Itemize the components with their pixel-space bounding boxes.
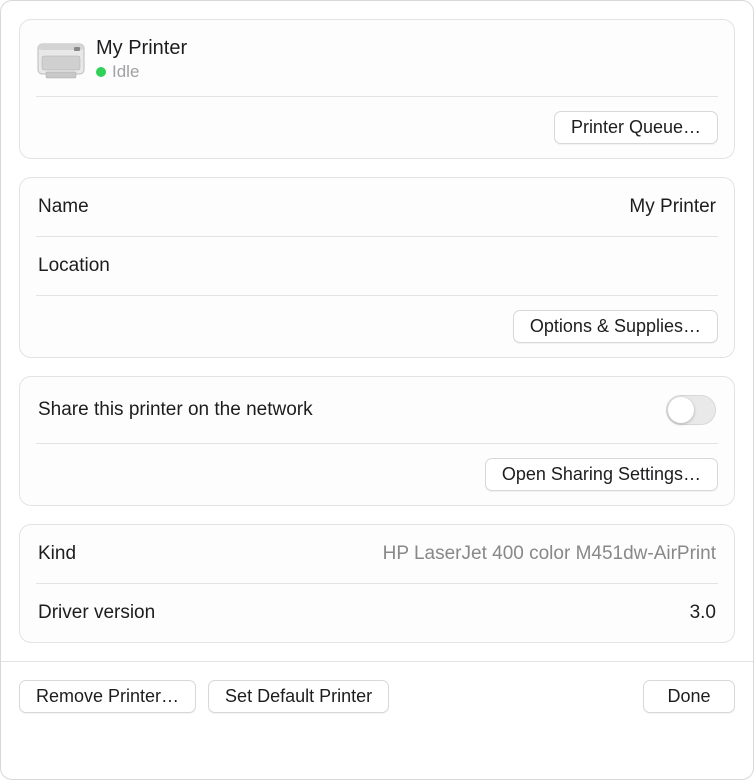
printer-header-card: My Printer Idle Printer Queue… — [19, 19, 735, 159]
kind-row: Kind HP LaserJet 400 color M451dw-AirPri… — [20, 525, 734, 583]
kind-label: Kind — [38, 543, 76, 565]
done-button[interactable]: Done — [643, 680, 735, 713]
open-sharing-settings-button[interactable]: Open Sharing Settings… — [485, 458, 718, 491]
remove-printer-button[interactable]: Remove Printer… — [19, 680, 196, 713]
options-supplies-button[interactable]: Options & Supplies… — [513, 310, 718, 343]
printer-settings-window: My Printer Idle Printer Queue… Name My P… — [0, 0, 754, 780]
share-toggle[interactable] — [666, 395, 716, 425]
options-supplies-row: Options & Supplies… — [20, 296, 734, 357]
footer: Remove Printer… Set Default Printer Done — [19, 662, 735, 731]
kind-value: HP LaserJet 400 color M451dw-AirPrint — [383, 543, 716, 565]
status-dot-icon — [96, 67, 106, 77]
share-label: Share this printer on the network — [38, 399, 313, 421]
printer-info: My Printer Idle — [96, 37, 187, 82]
share-row: Share this printer on the network — [20, 377, 734, 443]
printer-queue-button[interactable]: Printer Queue… — [554, 111, 718, 144]
printer-name: My Printer — [96, 37, 187, 60]
location-row[interactable]: Location — [20, 237, 734, 295]
printer-header: My Printer Idle — [20, 20, 734, 96]
printer-status: Idle — [96, 62, 187, 82]
driver-version-value: 3.0 — [690, 602, 716, 624]
name-label: Name — [38, 196, 89, 218]
location-label: Location — [38, 255, 110, 277]
name-value: My Printer — [629, 196, 716, 218]
printer-info-card: Kind HP LaserJet 400 color M451dw-AirPri… — [19, 524, 735, 643]
open-sharing-row: Open Sharing Settings… — [20, 444, 734, 505]
sharing-card: Share this printer on the network Open S… — [19, 376, 735, 506]
printer-icon — [36, 34, 86, 84]
printer-queue-row: Printer Queue… — [20, 97, 734, 158]
set-default-printer-button[interactable]: Set Default Printer — [208, 680, 389, 713]
driver-version-label: Driver version — [38, 602, 155, 624]
printer-details-card: Name My Printer Location Options & Suppl… — [19, 177, 735, 358]
driver-row: Driver version 3.0 — [20, 584, 734, 642]
printer-status-text: Idle — [112, 62, 139, 82]
name-row[interactable]: Name My Printer — [20, 178, 734, 236]
